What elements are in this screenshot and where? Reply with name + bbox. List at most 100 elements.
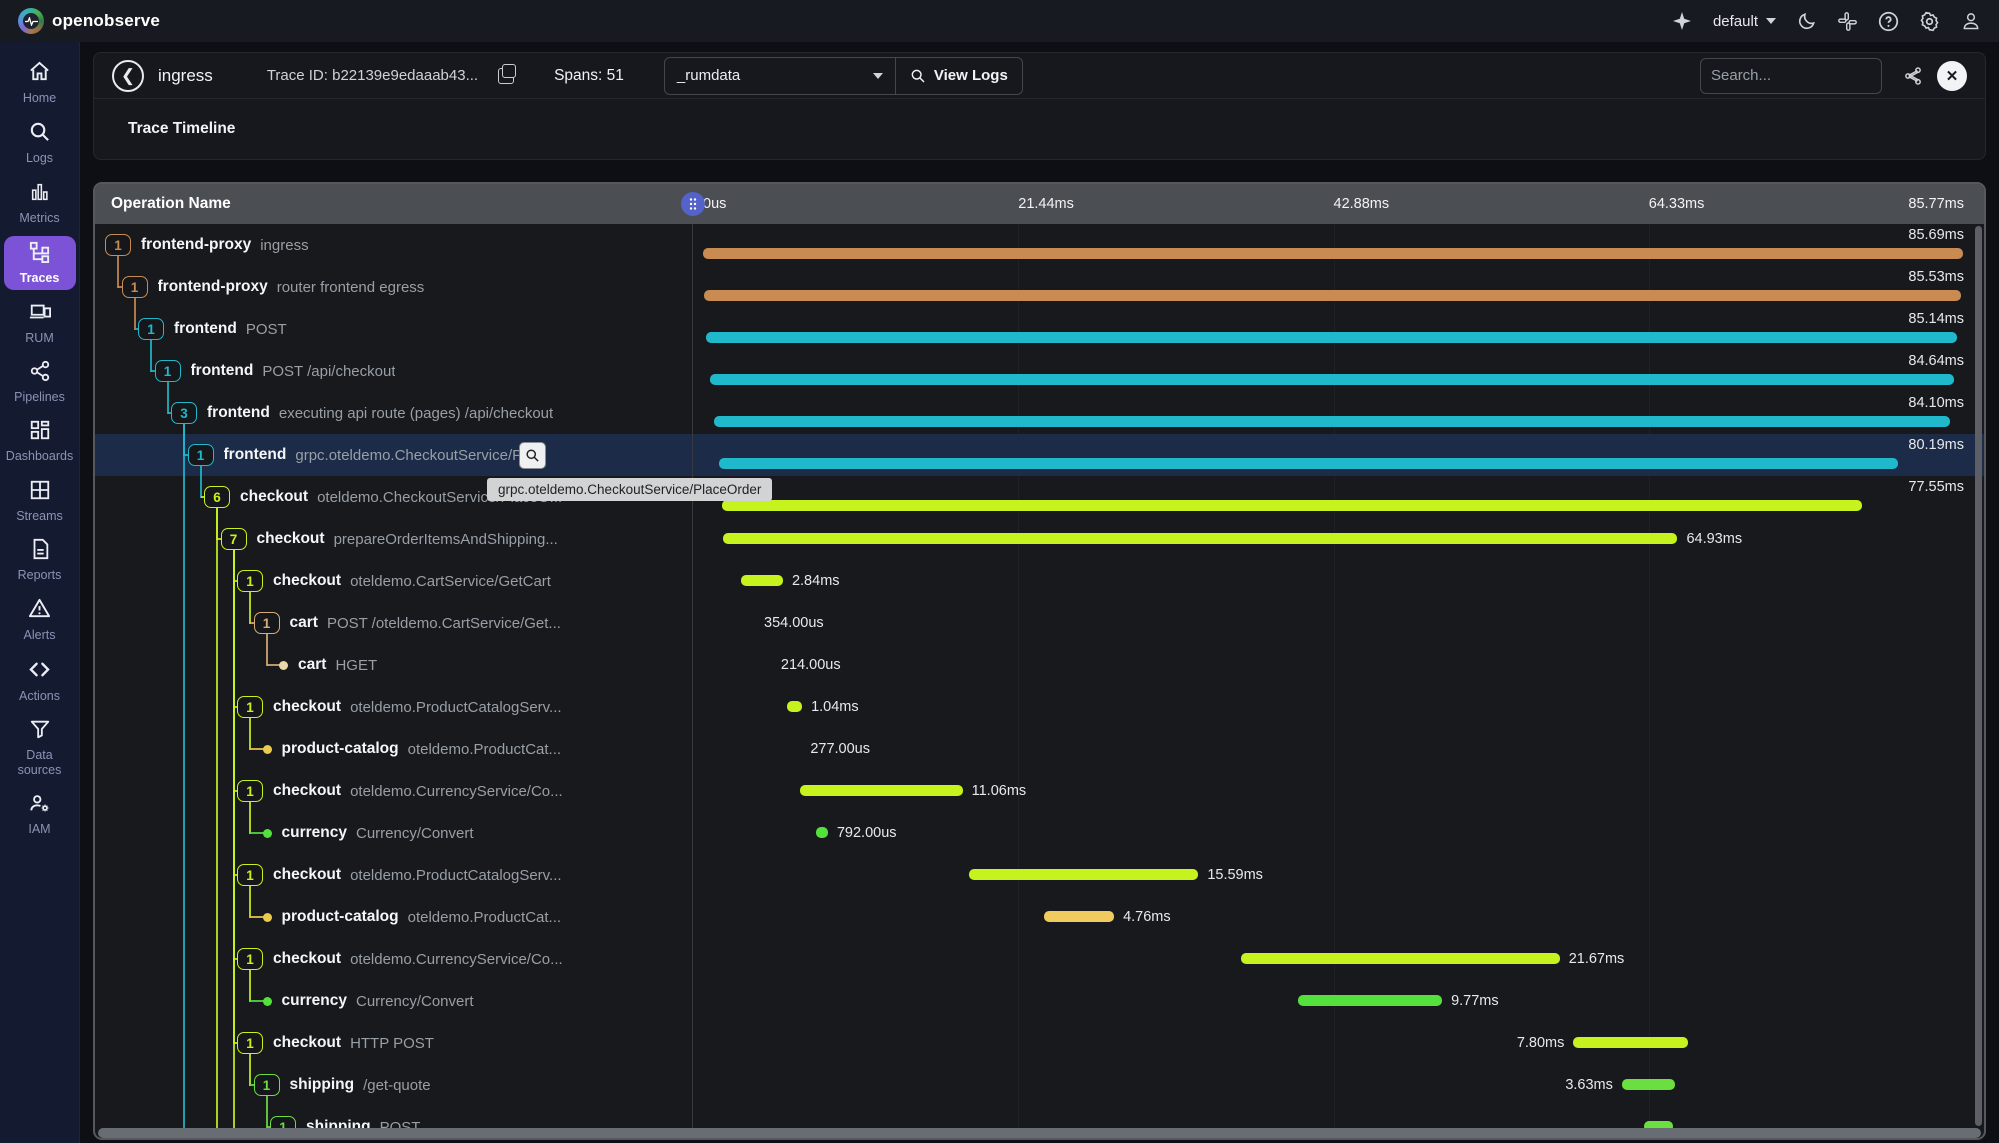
help-icon[interactable] <box>1878 11 1899 32</box>
span-children-count-badge[interactable]: 1 <box>105 234 131 256</box>
span-timeline-row[interactable]: 11.06ms <box>693 770 1984 812</box>
span-timeline-row[interactable]: 85.53ms <box>693 266 1984 308</box>
span-operation-name: /get-quote <box>363 1077 431 1094</box>
search-input[interactable] <box>1711 67 1871 84</box>
view-logs-button[interactable]: View Logs <box>896 57 1023 95</box>
span-duration-bar[interactable] <box>816 827 828 838</box>
sidebar-item-actions[interactable]: Actions <box>4 654 76 707</box>
span-timeline-row[interactable]: 77.55ms <box>693 476 1984 518</box>
span-duration-bar[interactable] <box>706 332 1958 343</box>
span-timeline-row[interactable]: 84.64ms <box>693 350 1984 392</box>
slack-icon[interactable] <box>1837 11 1858 32</box>
span-timeline-row[interactable]: 7.80ms <box>693 1022 1984 1064</box>
span-duration-bar[interactable] <box>710 374 1954 385</box>
span-duration-bar[interactable] <box>714 416 1950 427</box>
span-duration-label: 7.80ms <box>1517 1035 1565 1051</box>
settings-gear-icon[interactable] <box>1919 11 1940 32</box>
span-duration-label: 15.59ms <box>1207 867 1263 883</box>
span-duration-bar[interactable] <box>800 785 963 796</box>
span-operation-name: executing api route (pages) /api/checkou… <box>279 405 553 422</box>
span-operation-name: POST <box>246 321 287 338</box>
span-timeline-row[interactable]: 9.77ms <box>693 980 1984 1022</box>
span-children-count-badge[interactable]: 1 <box>237 570 263 592</box>
span-timeline-row[interactable]: 214.00us <box>693 644 1984 686</box>
span-duration-bar[interactable] <box>1622 1079 1675 1090</box>
sidebar-item-reports[interactable]: Reports <box>4 534 76 586</box>
span-zoom-button[interactable] <box>519 442 546 469</box>
span-duration-bar[interactable] <box>723 533 1678 544</box>
span-duration-bar[interactable] <box>719 458 1898 469</box>
sidebar-item-logs[interactable]: Logs <box>4 116 76 169</box>
span-duration-bar[interactable] <box>969 869 1198 880</box>
span-timeline-row[interactable]: 85.14ms <box>693 308 1984 350</box>
vertical-scrollbar[interactable] <box>1975 226 1982 1126</box>
span-timeline-row[interactable]: 85.69ms <box>693 224 1984 266</box>
span-timeline-row[interactable]: 4.76ms <box>693 896 1984 938</box>
span-duration-bar[interactable] <box>787 701 802 712</box>
span-timeline-row[interactable]: 84.10ms <box>693 392 1984 434</box>
span-duration-bar[interactable] <box>704 290 1961 301</box>
sidebar-item-iam[interactable]: IAM <box>4 788 76 840</box>
dark-mode-moon-icon[interactable] <box>1796 11 1817 32</box>
org-selector[interactable]: default <box>1713 13 1776 30</box>
sidebar-item-metrics[interactable]: Metrics <box>4 177 76 229</box>
span-children-count-badge[interactable]: 1 <box>254 612 280 634</box>
span-service-name: frontend <box>191 362 254 380</box>
sidebar-item-alerts[interactable]: Alerts <box>4 593 76 646</box>
span-timeline-row[interactable]: 354.00us <box>693 602 1984 644</box>
span-timeline-row[interactable]: 80.19ms <box>693 434 1984 476</box>
span-timeline-row[interactable]: 3.63ms <box>693 1064 1984 1106</box>
span-duration-bar[interactable] <box>722 500 1862 511</box>
sidebar-item-pipelines[interactable]: Pipelines <box>4 356 76 408</box>
span-children-count-badge[interactable]: 1 <box>155 360 181 382</box>
horizontal-scrollbar[interactable] <box>98 1128 1981 1138</box>
dashboards-icon <box>29 419 51 446</box>
span-timeline-row[interactable]: 792.00us <box>693 812 1984 854</box>
span-timeline-row[interactable]: 64.93ms <box>693 518 1984 560</box>
span-children-count-badge[interactable]: 7 <box>221 528 247 550</box>
stream-select[interactable]: _rumdata <box>664 57 896 95</box>
user-profile-icon[interactable] <box>1960 11 1981 32</box>
span-row[interactable]: 1frontendPOST <box>95 308 692 350</box>
span-row[interactable]: 1frontendPOST /api/checkout <box>95 350 692 392</box>
span-children-count-badge[interactable]: 1 <box>237 948 263 970</box>
span-row[interactable]: 1frontend-proxyrouter frontend egress <box>95 266 692 308</box>
span-children-count-badge[interactable]: 1 <box>122 276 148 298</box>
span-duration-bar[interactable] <box>741 575 783 586</box>
span-row[interactable]: 1frontend-proxyingress <box>95 224 692 266</box>
sidebar-item-data-sources[interactable]: Data sources <box>4 714 76 781</box>
tree-connector <box>250 1000 264 1002</box>
copy-trace-id-icon[interactable] <box>498 68 514 84</box>
sidebar-item-rum[interactable]: RUM <box>4 297 76 349</box>
span-children-count-badge[interactable]: 1 <box>237 696 263 718</box>
span-duration-bar[interactable] <box>703 248 1963 259</box>
share-icon[interactable] <box>1902 65 1923 86</box>
sidebar-item-traces[interactable]: Traces <box>4 236 76 289</box>
span-timeline-row[interactable]: 2.84ms <box>693 560 1984 602</box>
span-children-count-badge[interactable]: 6 <box>204 486 230 508</box>
sidebar-item-home[interactable]: Home <box>4 56 76 109</box>
span-children-count-badge[interactable]: 1 <box>138 318 164 340</box>
span-children-count-badge[interactable]: 1 <box>237 780 263 802</box>
span-timeline-row[interactable]: 277.00us <box>693 728 1984 770</box>
span-tree-column: 1frontend-proxyingress1frontend-proxyrou… <box>95 224 693 1140</box>
sidebar-item-label: Metrics <box>19 211 59 225</box>
span-duration-bar[interactable] <box>1044 911 1114 922</box>
sparkle-ai-icon[interactable] <box>1672 11 1693 32</box>
span-timeline-row[interactable]: 15.59ms <box>693 854 1984 896</box>
sidebar-item-dashboards[interactable]: Dashboards <box>4 415 76 467</box>
span-children-count-badge[interactable]: 3 <box>171 402 197 424</box>
span-children-count-badge[interactable]: 1 <box>188 444 214 466</box>
back-button[interactable]: ❮ <box>112 60 144 92</box>
close-button[interactable]: ✕ <box>1937 61 1967 91</box>
column-resize-handle[interactable] <box>681 192 705 216</box>
span-children-count-badge[interactable]: 1 <box>237 1032 263 1054</box>
span-children-count-badge[interactable]: 1 <box>237 864 263 886</box>
span-duration-bar[interactable] <box>1573 1037 1688 1048</box>
span-children-count-badge[interactable]: 1 <box>254 1074 280 1096</box>
span-duration-bar[interactable] <box>1241 953 1560 964</box>
span-duration-bar[interactable] <box>1298 995 1442 1006</box>
span-timeline-row[interactable]: 21.67ms <box>693 938 1984 980</box>
sidebar-item-streams[interactable]: Streams <box>4 475 76 527</box>
span-timeline-row[interactable]: 1.04ms <box>693 686 1984 728</box>
